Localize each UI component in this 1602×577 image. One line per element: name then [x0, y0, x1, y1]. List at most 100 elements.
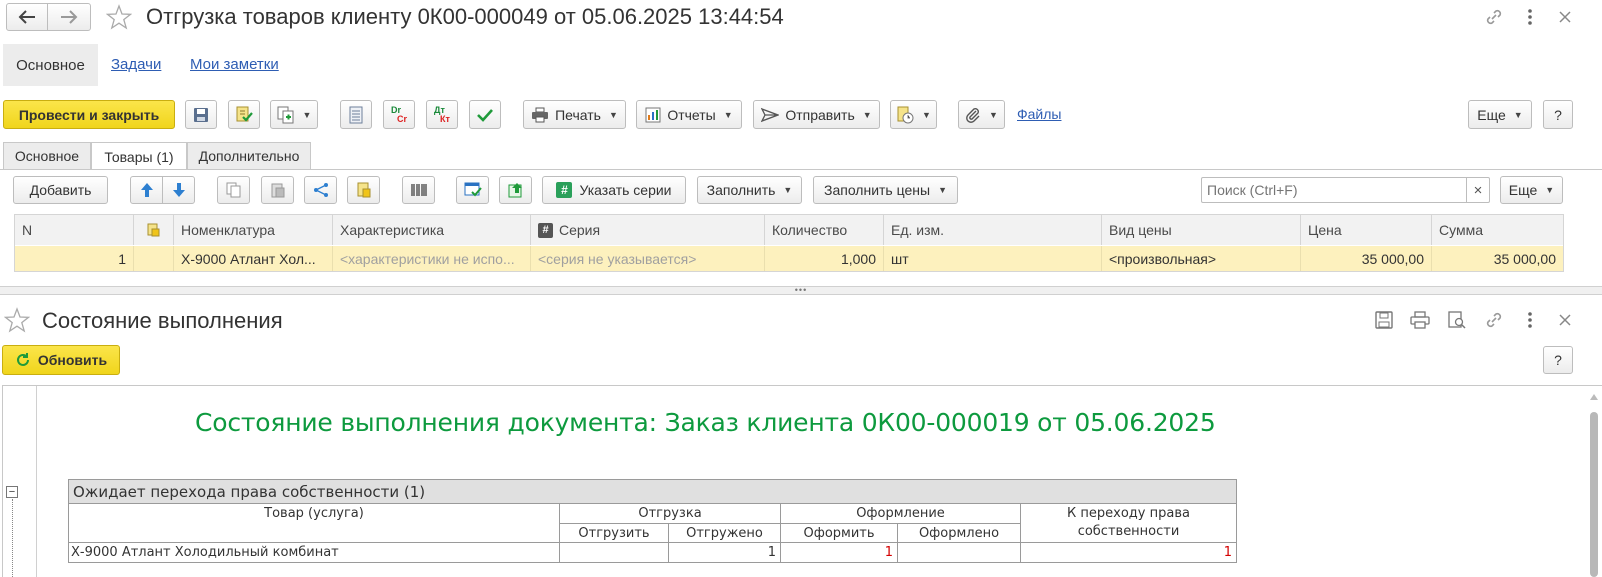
cell-flag[interactable] [134, 246, 174, 271]
cell-price[interactable]: 35 000,00 [1301, 246, 1432, 271]
barcode-button[interactable] [402, 176, 435, 204]
upload-button[interactable] [499, 176, 532, 204]
col-header-unit[interactable]: Ед. изм. [884, 215, 1102, 245]
upload-green-icon [508, 182, 524, 198]
rpt-header-ownership: К переходу права собственности [1020, 503, 1237, 543]
rpt-cell-shipped[interactable]: 1 [668, 542, 781, 563]
col-header-qty[interactable]: Количество [765, 215, 884, 245]
col-header-flag[interactable] [134, 215, 174, 245]
floppy-icon [193, 107, 209, 123]
cell-qty[interactable]: 1,000 [765, 246, 884, 271]
cell-n[interactable]: 1 [15, 246, 134, 271]
send-button[interactable]: Отправить ▼ [753, 100, 880, 129]
close-icon[interactable] [1556, 6, 1574, 28]
document-actions-button[interactable]: ▼ [890, 100, 937, 129]
cell-series[interactable]: <серия не указывается> [531, 246, 765, 271]
link-icon[interactable] [1482, 309, 1506, 331]
refresh-label: Обновить [37, 352, 108, 368]
move-up-button[interactable] [130, 176, 163, 204]
rpt-header-shipment: Отгрузка [559, 503, 781, 524]
save-button[interactable] [185, 100, 217, 129]
rpt-header-registered: Оформлено [897, 523, 1021, 543]
share-button[interactable] [304, 176, 337, 204]
more-vertical-icon[interactable] [1520, 6, 1540, 28]
col-header-item[interactable]: Номенклатура [174, 215, 333, 245]
more-label: Еще [1477, 106, 1506, 123]
col-header-price-type[interactable]: Вид цены [1102, 215, 1301, 245]
more-button[interactable]: Еще ▼ [1468, 100, 1532, 129]
rpt-cell-to-ship[interactable] [559, 542, 669, 563]
refresh-button[interactable]: Обновить [2, 345, 120, 375]
dt-ct-button[interactable]: Dr Cr [383, 100, 415, 129]
copy-row-button[interactable] [217, 176, 250, 204]
col-header-characteristic[interactable]: Характеристика [333, 215, 531, 245]
collapse-sign: − [8, 486, 16, 498]
rpt-header-shipped: Отгружено [668, 523, 781, 543]
close-icon[interactable] [1556, 309, 1574, 331]
post-and-close-button[interactable]: Провести и закрыть [3, 100, 175, 129]
tab-goods[interactable]: Товары (1) [91, 142, 187, 170]
col-header-price[interactable]: Цена [1301, 215, 1432, 245]
rpt-cell-product[interactable]: Х-9000 Атлант Холодильный комбинат [68, 542, 560, 563]
report-group-header[interactable]: Ожидает перехода права собственности (1) [68, 479, 1237, 503]
journal-button[interactable] [340, 100, 372, 129]
link-icon[interactable] [1482, 6, 1506, 28]
back-button[interactable] [6, 3, 48, 31]
reports-button[interactable]: Отчеты ▼ [636, 100, 742, 129]
search-clear-button[interactable]: × [1466, 177, 1490, 203]
favorite-star-icon[interactable] [104, 3, 134, 31]
report-scrollbar-thumb[interactable] [1590, 412, 1598, 577]
panel-splitter[interactable]: ••• [0, 286, 1602, 295]
preview-search-icon[interactable] [1446, 309, 1468, 331]
group-tree-line [12, 499, 13, 577]
tab-main[interactable]: Основное [3, 142, 91, 169]
attach-button[interactable]: ▼ [958, 100, 1005, 129]
print-button[interactable]: Печать ▼ [523, 100, 626, 129]
nav-tab-tasks[interactable]: Задачи [111, 56, 161, 73]
rpt-cell-registered[interactable] [897, 542, 1021, 563]
chevron-down-icon: ▼ [783, 185, 793, 195]
chevron-down-icon: ▼ [938, 185, 947, 195]
forward-button[interactable] [47, 3, 91, 31]
more-vertical-icon[interactable] [1520, 309, 1540, 331]
cell-characteristic[interactable]: <характеристики не испо... [333, 246, 531, 271]
col-header-n[interactable]: N [15, 215, 134, 245]
files-link[interactable]: Файлы [1017, 106, 1061, 122]
cell-sum[interactable]: 35 000,00 [1432, 246, 1563, 271]
col-header-sum[interactable]: Сумма [1432, 215, 1563, 245]
post-button[interactable] [228, 100, 260, 129]
status-help-label: ? [1554, 352, 1562, 368]
collapse-group-icon[interactable]: − [6, 486, 18, 498]
checkmark-button[interactable] [469, 100, 501, 129]
move-down-button[interactable] [162, 176, 195, 204]
specify-series-button[interactable]: # Указать серии [542, 176, 686, 204]
printer-icon[interactable] [1409, 309, 1431, 331]
fill-prices-button[interactable]: Заполнить цены ▼ [813, 176, 958, 204]
chevron-down-icon: ▼ [1545, 185, 1555, 195]
search-input[interactable] [1201, 177, 1467, 203]
tab-additional[interactable]: Дополнительно [187, 142, 311, 169]
cell-item[interactable]: Х-9000 Атлант Хол... [174, 246, 333, 271]
add-row-button[interactable]: Добавить [13, 176, 108, 204]
cell-price-type[interactable]: <произвольная> [1102, 246, 1301, 271]
nav-tab-notes[interactable]: Мои заметки [190, 56, 279, 73]
fill-from-document-button[interactable] [347, 176, 380, 204]
paste-button[interactable] [261, 176, 294, 204]
save-icon[interactable] [1373, 309, 1395, 331]
create-based-button[interactable]: ▼ [270, 100, 318, 129]
help-button[interactable]: ? [1543, 100, 1573, 129]
status-help-button[interactable]: ? [1543, 346, 1573, 374]
cell-unit[interactable]: шт [884, 246, 1102, 271]
col-header-series[interactable]: # Серия [531, 215, 765, 245]
favorite-star-icon[interactable] [2, 306, 32, 334]
accounting-entries-button[interactable]: Дт Кт [426, 100, 458, 129]
rpt-cell-ownership[interactable]: 1 [1020, 542, 1237, 563]
rpt-cell-to-register[interactable]: 1 [780, 542, 898, 563]
nav-tab-main[interactable]: Основное [3, 44, 98, 86]
chevron-down-icon: ▼ [922, 109, 931, 120]
selection-button[interactable] [456, 176, 489, 204]
report-scrollbar-up-arrow[interactable] [1589, 392, 1599, 402]
items-more-button[interactable]: Еще ▼ [1500, 176, 1563, 204]
fill-button[interactable]: Заполнить ▼ [697, 176, 802, 204]
share-nodes-icon [313, 182, 329, 198]
